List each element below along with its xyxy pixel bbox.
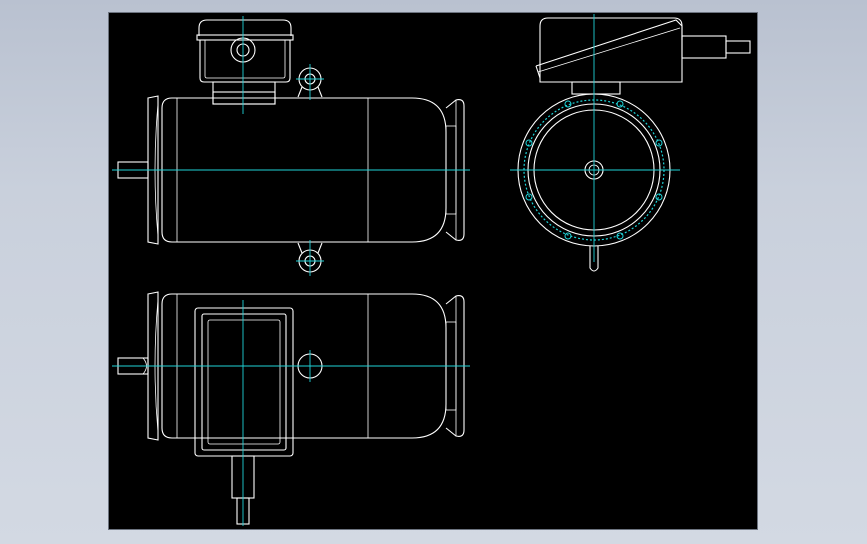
terminal-box-top xyxy=(194,307,294,457)
cad-drawing xyxy=(112,14,751,526)
side-view xyxy=(510,14,751,272)
front-view xyxy=(112,16,470,276)
top-view xyxy=(112,291,470,526)
terminal-box-front xyxy=(196,19,294,105)
terminal-box-side xyxy=(535,17,751,95)
